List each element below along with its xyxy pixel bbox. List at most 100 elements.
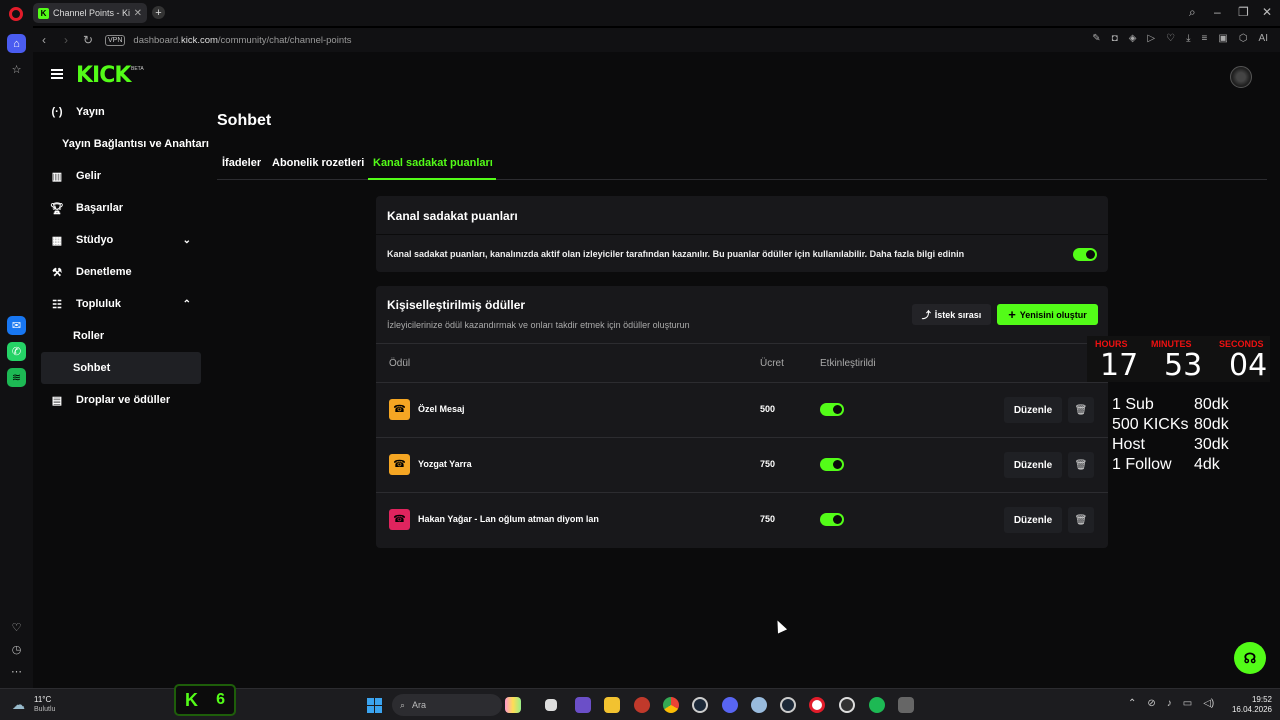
- cloud-icon[interactable]: ☁: [12, 697, 25, 713]
- kick-widget-count: 6: [216, 691, 225, 708]
- edit-button[interactable]: Düzenle: [1004, 507, 1062, 533]
- loyalty-card: Kanal sadakat puanları Kanal sadakat pua…: [376, 196, 1108, 272]
- tab-emotes[interactable]: İfadeler: [222, 157, 261, 169]
- pin-icon[interactable]: ☆: [7, 60, 26, 79]
- file-explorer-icon[interactable]: [604, 697, 620, 713]
- plus-icon: +: [1008, 307, 1016, 322]
- new-tab-button[interactable]: +: [152, 6, 165, 19]
- volume-icon[interactable]: ◁): [1203, 698, 1214, 709]
- messenger-icon[interactable]: ✉: [7, 316, 26, 335]
- support-chat-icon[interactable]: ☊: [1234, 642, 1266, 674]
- cube-icon[interactable]: ⬡: [1239, 33, 1248, 44]
- chrome-icon[interactable]: [663, 697, 679, 713]
- camera-icon[interactable]: ◘: [1112, 33, 1118, 44]
- steam-icon[interactable]: [780, 697, 796, 713]
- sidebar-item-topluluk[interactable]: ☷ Topluluk ⌃: [41, 288, 201, 320]
- sidebar-item-stream-key[interactable]: Yayın Bağlantısı ve Anahtarı: [41, 128, 211, 160]
- page-tabs: İfadeler Abonelik rozetleri Kanal sadaka…: [217, 152, 1267, 180]
- opera-icon[interactable]: [809, 697, 825, 713]
- more-icon[interactable]: ⋯: [7, 662, 26, 681]
- address-bar: ‹ › ↻ VPN dashboard.kick.com/community/c…: [33, 28, 1280, 52]
- windows-start-icon[interactable]: [367, 698, 382, 713]
- edit-icon[interactable]: ✎: [1092, 33, 1100, 44]
- edit-button[interactable]: Düzenle: [1004, 452, 1062, 478]
- create-reward-button[interactable]: + Yenisini oluştur: [997, 304, 1098, 325]
- reload-icon[interactable]: ↻: [77, 33, 99, 47]
- sidebar-item-gelir[interactable]: ▥ Gelir: [41, 160, 201, 192]
- back-icon[interactable]: ‹: [33, 33, 55, 47]
- favorites-icon[interactable]: ♡: [7, 618, 26, 637]
- clock[interactable]: 19:52 16.04.2026: [1228, 695, 1272, 715]
- avatar[interactable]: [1230, 66, 1252, 88]
- display-icon[interactable]: ▭: [1183, 698, 1192, 709]
- reward-toggle[interactable]: [820, 403, 844, 416]
- tab-title: Channel Points - Kick Das: [53, 8, 130, 18]
- reward-toggle[interactable]: [820, 513, 844, 526]
- task-view-icon[interactable]: [545, 699, 557, 711]
- sidebar-item-basarilar[interactable]: 🏆︎ Başarılar: [41, 192, 201, 224]
- weather-temperature[interactable]: 11°C: [34, 695, 51, 704]
- tab-sub-badges[interactable]: Abonelik rozetleri: [272, 157, 364, 169]
- microphone-icon[interactable]: ♪: [1167, 698, 1172, 709]
- discord-icon[interactable]: [722, 697, 738, 713]
- heart-icon[interactable]: ♡: [1166, 33, 1175, 44]
- forward-icon[interactable]: ›: [55, 33, 77, 47]
- history-icon[interactable]: ◷: [7, 640, 26, 659]
- menu-icon[interactable]: ≡: [1202, 33, 1208, 44]
- search-tabs-icon[interactable]: ⌕: [1189, 5, 1196, 20]
- trash-icon[interactable]: 🗑︎: [1068, 397, 1094, 423]
- reward-name: Özel Mesaj: [418, 404, 465, 414]
- taskbar-search[interactable]: ⌕ Ara: [392, 694, 502, 716]
- widgets-app-icon[interactable]: [505, 697, 521, 713]
- shield-icon[interactable]: ◈: [1129, 33, 1137, 44]
- sidebar-item-roller[interactable]: Roller: [41, 320, 201, 352]
- weather-condition[interactable]: Bulutlu: [34, 706, 55, 713]
- play-icon[interactable]: ▷: [1147, 33, 1155, 44]
- trash-icon[interactable]: 🗑︎: [1068, 452, 1094, 478]
- request-queue-button[interactable]: ⤴ İstek sırası: [912, 304, 991, 325]
- whatsapp-icon[interactable]: ✆: [7, 342, 26, 361]
- sidebar-item-yayin[interactable]: (·) Yayın: [41, 96, 201, 128]
- beta-badge: BETA: [131, 66, 144, 72]
- broadcast-icon: (·): [51, 106, 63, 118]
- sidebar-item-denetleme[interactable]: ⚒ Denetleme: [41, 256, 201, 288]
- spotify-icon[interactable]: [869, 697, 885, 713]
- restore-icon[interactable]: ❐: [1238, 5, 1249, 19]
- chevron-up-icon[interactable]: ⌃: [1128, 698, 1136, 709]
- hamburger-menu-icon[interactable]: [51, 69, 63, 79]
- loyalty-toggle[interactable]: [1073, 248, 1097, 261]
- obs-icon[interactable]: [839, 697, 855, 713]
- sidebar-item-label: Yayın Bağlantısı ve Anahtarı: [62, 138, 209, 150]
- vpn-badge[interactable]: VPN: [105, 34, 126, 46]
- sidebar-item-sohbet[interactable]: Sohbet: [41, 352, 201, 384]
- close-tab-icon[interactable]: ✕: [134, 8, 142, 19]
- app-icon[interactable]: [634, 697, 650, 713]
- app-icon[interactable]: [898, 697, 914, 713]
- browser-tab[interactable]: K Channel Points - Kick Das ✕: [33, 3, 147, 23]
- url-field[interactable]: dashboard.kick.com/community/chat/channe…: [133, 35, 351, 46]
- studio-icon: ▦: [51, 234, 63, 247]
- tab-channel-points[interactable]: Kanal sadakat puanları: [373, 157, 493, 169]
- home-icon[interactable]: ⌂: [7, 34, 26, 53]
- edit-button[interactable]: Düzenle: [1004, 397, 1062, 423]
- kick-taskbar-widget[interactable]: K 6: [174, 684, 236, 716]
- network-icon[interactable]: ⊘: [1147, 698, 1155, 709]
- steam-icon[interactable]: [692, 697, 708, 713]
- opera-logo-icon[interactable]: [9, 7, 23, 21]
- kick-logo[interactable]: KICK: [76, 63, 131, 88]
- app-icon[interactable]: [575, 697, 591, 713]
- minimize-icon[interactable]: –: [1214, 5, 1221, 19]
- queue-icon: ⤴: [921, 310, 931, 320]
- download-icon[interactable]: ⤓: [1186, 33, 1190, 44]
- reward-toggle[interactable]: [820, 458, 844, 471]
- settings-icon[interactable]: [751, 697, 767, 713]
- sidebar-item-studyo[interactable]: ▦ Stüdyo ⌄: [41, 224, 201, 256]
- ai-button[interactable]: AI: [1259, 33, 1268, 44]
- trash-icon[interactable]: 🗑︎: [1068, 507, 1094, 533]
- sidebar-item-label: Roller: [73, 330, 105, 342]
- clock-time: 19:52: [1251, 695, 1272, 704]
- sidebar-item-droplar[interactable]: ▤ Droplar ve ödüller: [41, 384, 201, 416]
- close-window-icon[interactable]: ✕: [1262, 5, 1272, 19]
- wallet-icon[interactable]: ▣: [1218, 33, 1227, 44]
- spotify-icon[interactable]: ≋: [7, 368, 26, 387]
